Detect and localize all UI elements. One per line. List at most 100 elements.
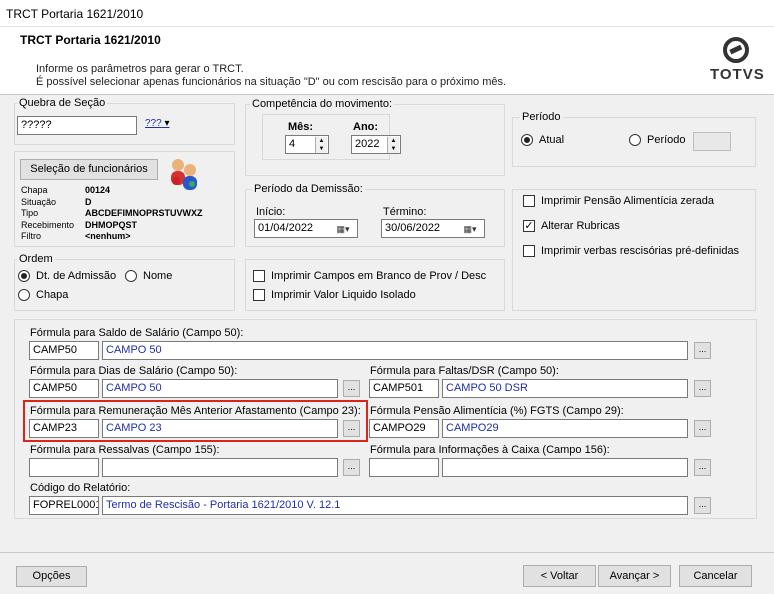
pensao-zerada-checkbox[interactable]: Imprimir Pensão Alimentícia zerada <box>523 195 714 207</box>
relatorio-desc-input[interactable]: Termo de Rescisão - Portaria 1621/2010 V… <box>102 496 688 515</box>
valor-liquido-checkbox[interactable]: Imprimir Valor Liquido Isolado <box>253 289 416 301</box>
instruction-line-2: É possível selecionar apenas funcionário… <box>36 76 507 88</box>
formula-ressalvas-desc-input[interactable] <box>102 458 338 477</box>
field-label: Recebimento <box>21 219 75 230</box>
formula-pensao-code-input[interactable]: CAMPO29 <box>369 419 439 438</box>
page-title: TRCT Portaria 1621/2010 <box>20 33 161 47</box>
valor-liquido-label: Imprimir Valor Liquido Isolado <box>271 289 416 301</box>
radio-selected-icon <box>18 270 30 282</box>
formula-ressalvas-label: Fórmula para Ressalvas (Campo 155): <box>30 444 220 456</box>
termino-label: Término: <box>383 206 427 218</box>
cancelar-button[interactable]: Cancelar <box>679 565 752 587</box>
field-chapa: Chapa 00124 <box>21 185 231 197</box>
formula-dias-label: Fórmula para Dias de Salário (Campo 50): <box>30 365 238 377</box>
field-label: Filtro <box>21 231 41 241</box>
ordem-chapa-radio[interactable]: Chapa <box>18 289 68 301</box>
checkbox-icon <box>523 245 535 257</box>
mes-label: Mês: <box>288 121 314 133</box>
radio-icon <box>629 134 641 146</box>
formula-remuneracao-browse-button[interactable]: ... <box>343 420 360 437</box>
field-value: D <box>85 196 92 207</box>
competencia-label: Competência do movimento: <box>250 98 395 110</box>
demissao-label: Período da Demissão: <box>252 183 365 195</box>
formula-ressalvas-browse-button[interactable]: ... <box>343 459 360 476</box>
totvs-logo-icon <box>723 37 749 63</box>
header-divider <box>0 94 774 95</box>
ordem-group <box>14 259 235 311</box>
formula-dias-code-input[interactable]: CAMP50 <box>29 379 99 398</box>
formula-remuneracao-desc-input[interactable]: CAMPO 23 <box>102 419 338 438</box>
footer-divider <box>0 552 774 553</box>
formula-saldo-code-input[interactable]: CAMP50 <box>29 341 99 360</box>
calendar-icon[interactable]: ▦▾ <box>457 221 483 237</box>
inicio-date-picker[interactable]: 01/04/2022 ▦▾ <box>254 219 358 238</box>
selecao-funcionarios-button[interactable]: Seleção de funcionários <box>20 159 158 180</box>
ano-label: Ano: <box>353 121 379 133</box>
formula-saldo-label: Fórmula para Saldo de Salário (Campo 50)… <box>30 327 244 339</box>
ordem-nome-label: Nome <box>143 270 173 282</box>
quebra-dropdown-label: ??? <box>145 118 162 129</box>
ano-spinner[interactable]: 2022 ▲ ▼ <box>351 135 401 154</box>
field-label: Chapa <box>21 185 48 195</box>
spin-arrows-icon[interactable]: ▲ ▼ <box>315 137 327 153</box>
formula-ressalvas-code-input[interactable] <box>29 458 99 477</box>
periodo-periodo-radio[interactable]: Período <box>629 134 686 146</box>
field-filtro: Filtro <nenhum> <box>21 231 231 243</box>
opcoes-button[interactable]: Opções <box>16 566 87 587</box>
quebra-secao-dropdown[interactable]: ??? ▾ <box>145 118 170 129</box>
ordem-admissao-label: Dt. de Admissão <box>36 270 117 282</box>
field-value: ABCDEFIMNOPRSTUVWXZ <box>85 208 203 218</box>
totvs-logo-text: TOTVS <box>710 66 765 83</box>
instruction-line-1: Informe os parâmetros para gerar o TRCT. <box>36 63 244 75</box>
avancar-button[interactable]: Avançar > <box>598 565 671 587</box>
formula-faltas-desc-input[interactable]: CAMPO 50 DSR <box>442 379 688 398</box>
formula-remuneracao-code-input[interactable]: CAMP23 <box>29 419 99 438</box>
verbas-label: Imprimir verbas rescisórias pré-definida… <box>541 245 740 257</box>
ordem-label: Ordem <box>17 253 55 265</box>
radio-icon <box>125 270 137 282</box>
relatorio-browse-button[interactable]: ... <box>694 497 711 514</box>
checkmark-icon: ✓ <box>523 220 535 232</box>
formula-saldo-desc-input[interactable]: CAMPO 50 <box>102 341 688 360</box>
formula-dias-browse-button[interactable]: ... <box>343 380 360 397</box>
campos-branco-checkbox[interactable]: Imprimir Campos em Branco de Prov / Desc <box>253 270 486 282</box>
ordem-nome-radio[interactable]: Nome <box>125 270 172 282</box>
relatorio-code-input[interactable]: FOPREL0001 <box>29 496 99 515</box>
formula-informacoes-browse-button[interactable]: ... <box>694 459 711 476</box>
ordem-admissao-radio[interactable]: Dt. de Admissão <box>18 270 116 282</box>
termino-date-picker[interactable]: 30/06/2022 ▦▾ <box>381 219 485 238</box>
window-title: TRCT Portaria 1621/2010 <box>6 7 144 21</box>
formula-informacoes-code-input[interactable] <box>369 458 439 477</box>
checkbox-icon <box>253 289 265 301</box>
mes-value: 4 <box>289 138 296 150</box>
mes-spinner[interactable]: 4 ▲ ▼ <box>285 135 329 154</box>
radio-selected-icon <box>521 134 533 146</box>
wizard-header: TRCT Portaria 1621/2010 Informe os parâm… <box>0 27 774 94</box>
alterar-rubricas-checkbox[interactable]: ✓ Alterar Rubricas <box>523 220 620 232</box>
periodo-atual-radio[interactable]: Atual <box>521 134 564 146</box>
quebra-secao-input[interactable]: ????? <box>17 116 137 135</box>
formula-saldo-browse-button[interactable]: ... <box>694 342 711 359</box>
formula-remuneracao-label: Fórmula para Remuneração Mês Anterior Af… <box>30 405 361 417</box>
periodo-input <box>693 132 731 151</box>
formula-pensao-browse-button[interactable]: ... <box>694 420 711 437</box>
spin-arrows-icon[interactable]: ▲ ▼ <box>387 137 399 153</box>
formula-faltas-browse-button[interactable]: ... <box>694 380 711 397</box>
field-value: <nenhum> <box>85 231 131 241</box>
relatorio-label: Código do Relatório: <box>30 482 131 494</box>
calendar-icon[interactable]: ▦▾ <box>330 221 356 237</box>
formula-informacoes-desc-input[interactable] <box>442 458 688 477</box>
checkbox-icon <box>523 195 535 207</box>
formula-faltas-code-input[interactable]: CAMP501 <box>369 379 439 398</box>
radio-icon <box>18 289 30 301</box>
field-value: 00124 <box>85 185 111 195</box>
verbas-checkbox[interactable]: Imprimir verbas rescisórias pré-definida… <box>523 245 739 257</box>
periodo-periodo-label: Período <box>647 134 686 146</box>
field-situacao: Situação D <box>21 197 231 209</box>
voltar-button[interactable]: < Voltar <box>523 565 596 587</box>
formula-dias-desc-input[interactable]: CAMPO 50 <box>102 379 338 398</box>
periodo-atual-label: Atual <box>539 134 565 146</box>
formula-pensao-desc-input[interactable]: CAMPO29 <box>442 419 688 438</box>
termino-value: 30/06/2022 <box>385 222 441 234</box>
demissao-group <box>245 189 505 247</box>
